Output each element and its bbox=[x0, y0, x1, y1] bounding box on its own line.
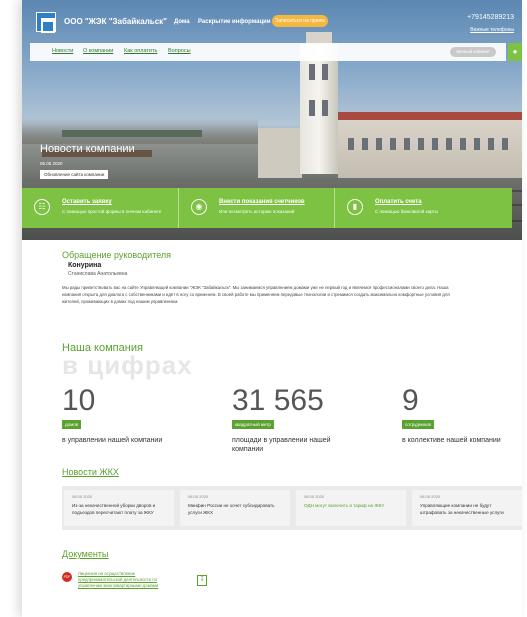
zhkh-news-card[interactable]: 08.05 2020 ОДН могут включить в тариф на… bbox=[296, 490, 406, 526]
nav-item-about[interactable]: О компании bbox=[83, 48, 113, 54]
document-link[interactable]: Лицензия на осуществление предпринимател… bbox=[78, 571, 178, 590]
leader-heading: Обращение руководителя bbox=[62, 250, 172, 260]
leader-text: Мы рады приветствовать вас на сайте Упра… bbox=[62, 285, 450, 305]
meter-icon: ◉ bbox=[191, 199, 207, 215]
zhkh-news-date: 08.05 2020 bbox=[420, 494, 441, 499]
leader-name: Конурина bbox=[68, 262, 102, 269]
stat-desc-houses: в управлении нашей компании bbox=[62, 437, 163, 444]
personal-cabinet-button[interactable]: Личный кабинет bbox=[450, 47, 496, 57]
stat-desc-staff: в коллективе нашей компании bbox=[402, 437, 501, 444]
hero-news-pill[interactable]: Обновление сайта компании bbox=[40, 170, 109, 179]
page: ООО "ЖЭК "Забайкальск" Дома Раскрытие ин… bbox=[22, 0, 522, 617]
action-subtitle: Или посмотреть историю показаний bbox=[219, 209, 295, 214]
documents-heading[interactable]: Документы bbox=[62, 549, 108, 559]
quick-actions-bar: ☷ Оставить заявку С помощью простой форм… bbox=[22, 188, 512, 228]
action-title: Оплатить счета bbox=[375, 199, 422, 205]
zhkh-news-date: 08.05 2020 bbox=[304, 494, 325, 499]
nav-link-houses[interactable]: Дома bbox=[174, 19, 190, 25]
zhkh-news-strip: 08.05 2020 Из-за некачественной уборки д… bbox=[62, 486, 522, 530]
zhkh-news-card[interactable]: 08.05 2020 Минфин России не хочет субсид… bbox=[180, 490, 290, 526]
hero-date: 06.05 2020 bbox=[40, 161, 63, 166]
zhkh-news-card[interactable]: 08.05 2020 Из-за некачественной уборки д… bbox=[64, 490, 174, 526]
pdf-icon: PDF bbox=[62, 572, 72, 582]
zhkh-news-date: 08.05 2020 bbox=[188, 494, 209, 499]
important-phones-link[interactable]: Важные телефоны bbox=[470, 27, 514, 33]
eye-icon[interactable]: ● bbox=[508, 43, 522, 61]
site-header: ООО "ЖЭК "Забайкальск" Дома Раскрытие ин… bbox=[22, 0, 522, 40]
action-meter-readings[interactable]: ◉ Внести показания счетчиков Или посмотр… bbox=[178, 188, 333, 228]
download-icon[interactable]: ↧ bbox=[197, 575, 207, 586]
stat-badge-staff: сотрудников bbox=[402, 420, 434, 429]
appointment-button[interactable]: Записаться на прием bbox=[272, 15, 328, 27]
action-subtitle: С помощью банковской карты bbox=[375, 209, 438, 214]
action-leave-request[interactable]: ☷ Оставить заявку С помощью простой форм… bbox=[22, 188, 177, 228]
form-icon: ☷ bbox=[34, 199, 50, 215]
zhkh-news-date: 08.05 2020 bbox=[72, 494, 93, 499]
zhkh-news-card[interactable]: 08.05 2020 Управляющие компании не будут… bbox=[412, 490, 522, 526]
action-subtitle: С помощью простой формы в личном кабинет… bbox=[62, 209, 162, 214]
stat-number-houses: 10 bbox=[62, 384, 96, 417]
company-big-heading: в цифрах bbox=[62, 350, 193, 380]
zhkh-news-text: Из-за некачественной уборки дворов и под… bbox=[72, 503, 156, 515]
main-nav: Новости О компании Как оплатить Вопросы … bbox=[30, 43, 506, 61]
stat-number-staff: 9 bbox=[402, 384, 419, 417]
leader-patronymic: Станислава Анатольевна bbox=[68, 271, 128, 277]
logo-icon[interactable] bbox=[36, 12, 56, 33]
card-icon: ▮ bbox=[347, 199, 363, 215]
nav-item-questions[interactable]: Вопросы bbox=[168, 48, 191, 54]
stat-badge-area: квадратный метр bbox=[232, 420, 274, 429]
stat-number-area: 31 565 bbox=[232, 384, 324, 417]
zhkh-news-text: Минфин России не хочет субсидировать усл… bbox=[188, 503, 275, 515]
action-title: Внести показания счетчиков bbox=[219, 199, 305, 205]
action-title: Оставить заявку bbox=[62, 199, 112, 205]
nav-item-news[interactable]: Новости bbox=[52, 48, 73, 54]
hero-title: Новости компании bbox=[40, 143, 135, 155]
company-name[interactable]: ООО "ЖЭК "Забайкальск" bbox=[64, 17, 167, 26]
nav-link-disclosure[interactable]: Раскрытие информации bbox=[198, 19, 271, 25]
phone-number[interactable]: +79145289213 bbox=[467, 14, 514, 21]
nav-item-payment[interactable]: Как оплатить bbox=[124, 48, 157, 54]
stat-badge-houses: домов bbox=[62, 420, 82, 429]
stat-desc-area: площади в управлении нашей компании bbox=[232, 437, 331, 453]
action-pay-bills[interactable]: ▮ Оплатить счета С помощью банковской ка… bbox=[334, 188, 489, 228]
zhkh-news-text: ОДН могут включить в тариф на ЖКУ bbox=[304, 503, 385, 508]
zhkh-news-text: Управляющие компании не будут штрафовать… bbox=[420, 503, 504, 515]
zhkh-heading[interactable]: Новости ЖКХ bbox=[62, 467, 119, 477]
